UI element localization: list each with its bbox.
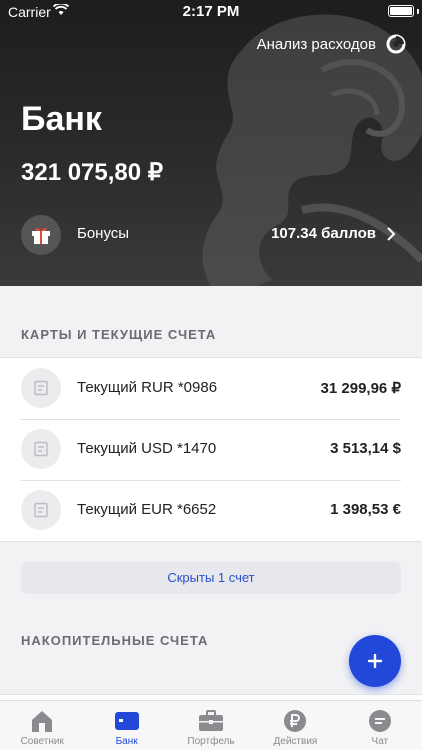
accounts-list: Текущий RUR *0986 31 299,96 ₽ Текущий US… xyxy=(0,357,422,542)
account-icon xyxy=(21,368,61,408)
tab-label: Чат xyxy=(371,736,389,747)
briefcase-icon xyxy=(199,710,224,731)
account-name: Текущий EUR *6652 xyxy=(77,501,217,518)
card-icon xyxy=(114,712,139,730)
total-balance: 321 075,80 ₽ xyxy=(21,159,164,186)
pie-chart-icon xyxy=(386,34,406,54)
account-name: Текущий RUR *0986 xyxy=(77,379,218,396)
bonus-points: 107.34 баллов xyxy=(271,225,376,242)
account-row[interactable]: Текущий EUR *6652 1 398,53 € xyxy=(0,480,422,541)
spending-analysis-button[interactable]: Анализ расходов xyxy=(257,32,406,56)
page-title: Банк xyxy=(21,100,102,138)
tab-chat[interactable]: Чат xyxy=(338,701,422,750)
tab-bar: Советник Банк Портфель Действия Чат xyxy=(0,700,422,750)
account-name: Текущий USD *1470 xyxy=(77,440,217,457)
account-amount: 3 513,14 $ xyxy=(330,440,401,457)
tab-label: Портфель xyxy=(187,736,235,747)
account-icon xyxy=(21,490,61,530)
status-bar: Carrier 2:17 PM xyxy=(0,0,422,24)
header: Carrier 2:17 PM Анализ расходов Банк 321… xyxy=(0,0,422,286)
account-row[interactable]: Текущий USD *1470 3 513,14 $ xyxy=(0,419,422,480)
tab-label: Советник xyxy=(20,736,64,747)
chevron-right-icon xyxy=(387,227,396,241)
gift-icon xyxy=(21,215,61,255)
clock: 2:17 PM xyxy=(182,3,240,20)
tab-label: Действия xyxy=(273,736,318,747)
account-amount: 1 398,53 € xyxy=(330,501,401,518)
tab-label: Банк xyxy=(115,736,138,747)
home-icon xyxy=(32,711,53,732)
bonus-label: Бонусы xyxy=(77,225,130,242)
account-icon xyxy=(21,429,61,469)
tab-portfolio[interactable]: Портфель xyxy=(169,701,253,750)
add-button[interactable] xyxy=(349,635,401,687)
account-row[interactable]: Текущий RUR *0986 31 299,96 ₽ xyxy=(0,358,422,419)
tab-advisor[interactable]: Советник xyxy=(0,701,84,750)
section-title-cards: КАРТЫ И ТЕКУЩИЕ СЧЕТА xyxy=(21,327,217,342)
section-title-savings: НАКОПИТЕЛЬНЫЕ СЧЕТА xyxy=(21,633,209,648)
chat-icon xyxy=(368,710,391,732)
spending-analysis-label: Анализ расходов xyxy=(256,35,376,53)
tab-actions[interactable]: Действия xyxy=(253,701,337,750)
plus-icon xyxy=(367,653,383,669)
tab-bank[interactable]: Банк xyxy=(84,701,168,750)
account-amount: 31 299,96 ₽ xyxy=(320,380,401,397)
show-hidden-accounts-button[interactable]: Скрыты 1 счет xyxy=(21,562,401,594)
bonus-row[interactable]: Бонусы 107.34 баллов xyxy=(0,205,422,265)
ruble-icon xyxy=(284,710,307,732)
battery-icon xyxy=(388,5,414,17)
